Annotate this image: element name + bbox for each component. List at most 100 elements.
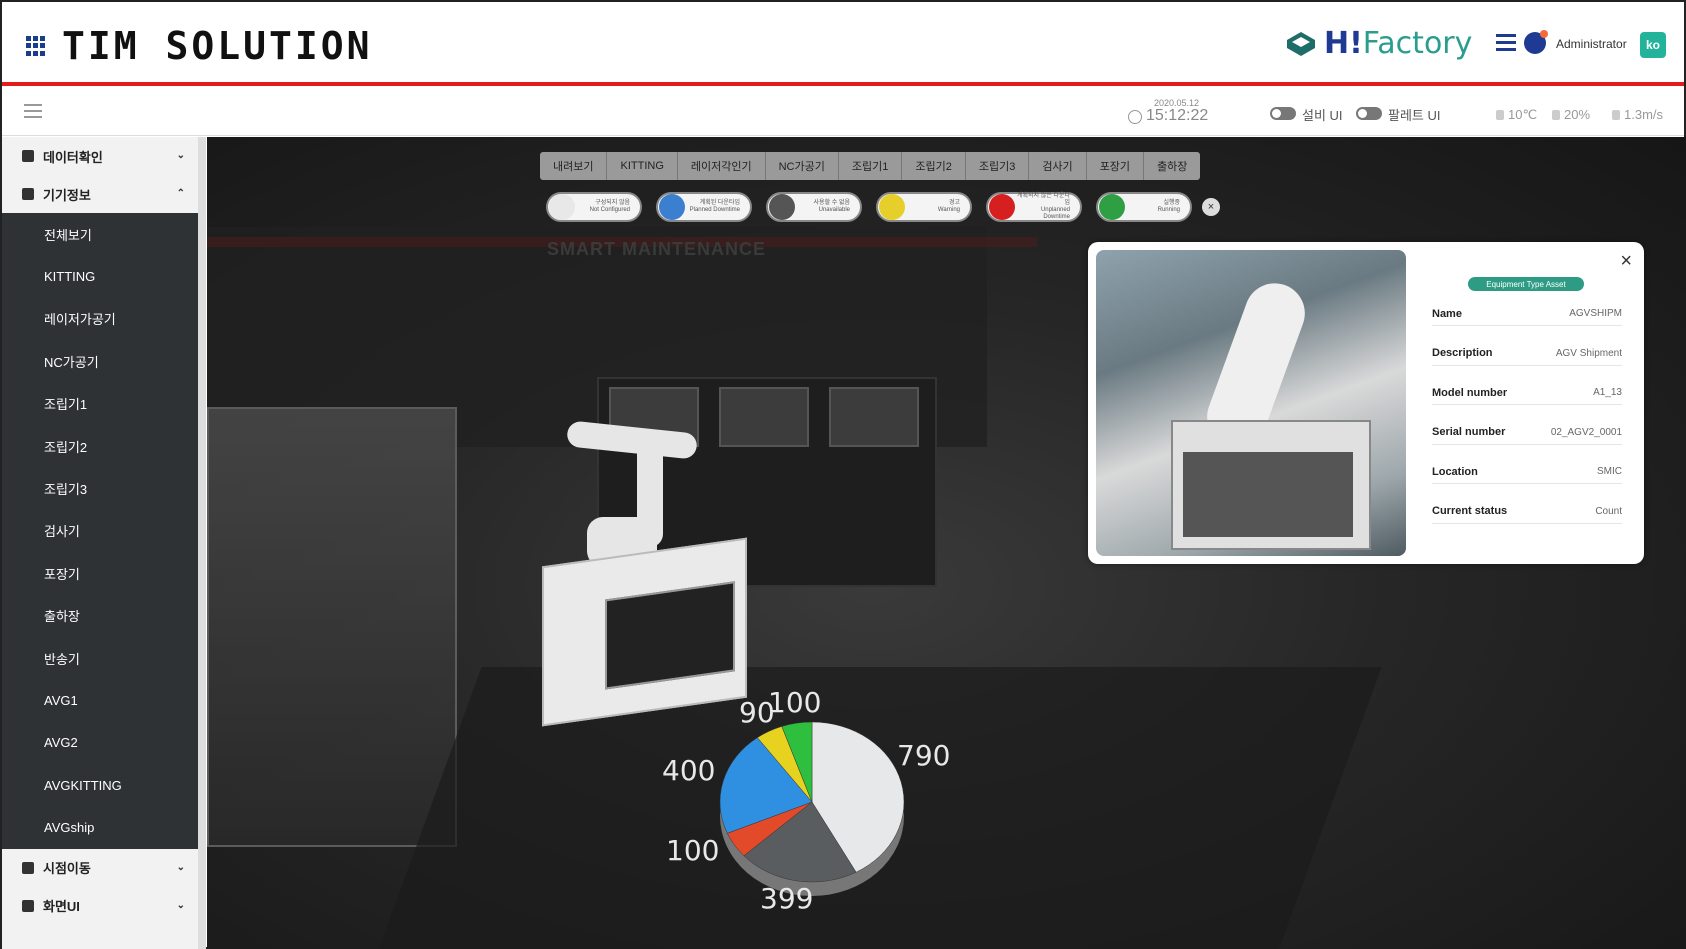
status-filter-pill[interactable]: 계획되지 않은 다운타임 Unplanned Downtime bbox=[986, 192, 1082, 222]
status-color-dot bbox=[1099, 194, 1125, 220]
info-key: Model number bbox=[1432, 386, 1508, 399]
legend-close-icon[interactable]: × bbox=[1202, 198, 1220, 216]
asset-type-badge: Equipment Type Asset bbox=[1468, 277, 1584, 291]
sidebar: 데이터확인 ⌄ 기기정보 ⌃ 전체보기 KITTING 레이저가공기 NC가공기 조립기… bbox=[2, 137, 206, 949]
hifactory-logo: H!Factory bbox=[1286, 26, 1472, 61]
palette-ui-toggle[interactable] bbox=[1356, 107, 1382, 120]
palette-ui-label: 팔레트 UI bbox=[1388, 108, 1441, 123]
sidebar-item[interactable]: AVG2 bbox=[2, 722, 205, 764]
status-legend: 구성되지 않음 Not Configured 계획된 다운타임 Planned Dow… bbox=[546, 192, 1220, 222]
sidebar-item[interactable]: KITTING bbox=[2, 255, 205, 297]
equipment-tab[interactable]: NC가공기 bbox=[766, 152, 839, 180]
language-badge[interactable]: ko bbox=[1640, 32, 1666, 58]
sidebar-item[interactable]: 조립기1 bbox=[2, 383, 205, 425]
status-color-dot bbox=[549, 194, 575, 220]
status-filter-pill[interactable]: 경고 Warning bbox=[876, 192, 972, 222]
hifactory-logo-icon bbox=[1287, 31, 1315, 56]
status-color-dot bbox=[769, 194, 795, 220]
info-row: Model number A1_13 bbox=[1432, 381, 1622, 405]
info-value: A1_13 bbox=[1593, 387, 1622, 398]
info-row: Location SMIC bbox=[1432, 460, 1622, 484]
info-row: Serial number 02_AGV2_0001 bbox=[1432, 421, 1622, 445]
sub-toolbar: 2020.05.12 15:12:22 설비 UI 팔레트 UI 10℃ 20%… bbox=[2, 90, 1684, 136]
product-prefix: H! bbox=[1324, 26, 1363, 61]
status-filter-pill[interactable]: 구성되지 않음 Not Configured bbox=[546, 192, 642, 222]
sidebar-item[interactable]: 반송기 bbox=[2, 637, 205, 679]
humidity: 20% bbox=[1552, 107, 1590, 122]
status-label: 계획되지 않은 다운타임 Unplanned Downtime bbox=[1016, 193, 1070, 220]
equipment-tab[interactable]: 출하장 bbox=[1144, 152, 1200, 180]
chevron-up-icon: ⌃ bbox=[176, 188, 185, 199]
product-suffix: Factory bbox=[1362, 26, 1473, 61]
sidebar-item[interactable]: 포장기 bbox=[2, 552, 205, 594]
equipment-tab[interactable]: 조립기1 bbox=[839, 152, 903, 180]
sidebar-section-device-info[interactable]: 기기정보 ⌃ bbox=[2, 175, 205, 213]
sidebar-section-viewpoint[interactable]: 시점이동 ⌄ bbox=[2, 849, 205, 887]
info-row: Current status Count bbox=[1432, 500, 1622, 524]
sidebar-item[interactable]: 조립기2 bbox=[2, 425, 205, 467]
info-key: Name bbox=[1432, 307, 1462, 320]
sidebar-toggle-icon[interactable] bbox=[24, 104, 42, 118]
sidebar-scrollbar[interactable] bbox=[198, 137, 206, 949]
chevron-down-icon: ⌄ bbox=[176, 899, 185, 911]
chevron-down-icon: ⌄ bbox=[176, 150, 185, 161]
equipment-tab[interactable]: 내려보기 bbox=[540, 152, 608, 180]
equipment-photo bbox=[1096, 250, 1406, 556]
close-icon[interactable]: × bbox=[1620, 250, 1632, 273]
status-filter-pill[interactable]: 사용할 수 없음 Unavailable bbox=[766, 192, 862, 222]
status-filter-pill[interactable]: 실행중 Running bbox=[1096, 192, 1192, 222]
current-time: 15:12:22 bbox=[1146, 107, 1209, 124]
info-value: SMIC bbox=[1597, 466, 1622, 477]
equipment-tab[interactable]: 검사기 bbox=[1029, 152, 1087, 180]
status-color-dot bbox=[659, 194, 685, 220]
equipment-tab[interactable]: KITTING bbox=[607, 152, 678, 180]
sidebar-item[interactable]: 조립기3 bbox=[2, 467, 205, 509]
app-window: TIM SOLUTION H!Factory Administrator ko … bbox=[0, 0, 1686, 949]
main-menu-icon[interactable] bbox=[1496, 34, 1516, 52]
info-key: Serial number bbox=[1432, 426, 1506, 438]
status-color-dot bbox=[989, 194, 1015, 220]
top-header: TIM SOLUTION H!Factory Administrator ko bbox=[2, 2, 1684, 86]
user-name[interactable]: Administrator bbox=[1556, 37, 1627, 51]
pie-data-label: 399 bbox=[760, 882, 814, 915]
clock-icon bbox=[1128, 110, 1142, 124]
sidebar-item[interactable]: NC가공기 bbox=[2, 340, 205, 382]
info-row: Name AGVSHIPM bbox=[1432, 302, 1622, 326]
sidebar-section-screen-ui[interactable]: 화면UI ⌄ bbox=[2, 887, 205, 925]
pie-data-label: 400 bbox=[662, 754, 716, 787]
info-value: 02_AGV2_0001 bbox=[1550, 426, 1622, 438]
sidebar-item[interactable]: 검사기 bbox=[2, 510, 205, 552]
status-label: 구성되지 않음 Not Configured bbox=[589, 200, 630, 213]
scene-floor bbox=[372, 667, 1382, 949]
sidebar-item[interactable]: AVGship bbox=[2, 806, 205, 849]
notification-bell-icon[interactable] bbox=[1524, 30, 1548, 54]
equipment-tab[interactable]: 조립기3 bbox=[966, 152, 1030, 180]
sidebar-item[interactable]: 전체보기 bbox=[2, 213, 205, 255]
equipment-tab[interactable]: 포장기 bbox=[1087, 152, 1145, 180]
scene-sign: SMART MAINTENANCE bbox=[547, 239, 766, 259]
status-filter-pill[interactable]: 계획된 다운타임 Planned Downtime bbox=[656, 192, 752, 222]
sidebar-item[interactable]: 출하장 bbox=[2, 595, 205, 637]
gear-icon bbox=[22, 188, 34, 200]
sidebar-item[interactable]: 레이저가공기 bbox=[2, 298, 205, 340]
temperature: 10℃ bbox=[1496, 107, 1537, 123]
equipment-tab[interactable]: 조립기2 bbox=[902, 152, 966, 180]
sidebar-item[interactable]: AVG1 bbox=[2, 679, 205, 721]
wind-speed: 1.3m/s bbox=[1612, 107, 1663, 122]
info-key: Description bbox=[1432, 347, 1493, 359]
apps-grid-icon[interactable] bbox=[26, 36, 46, 56]
agv-ship-model[interactable] bbox=[542, 537, 747, 727]
gear-icon bbox=[22, 899, 34, 912]
info-key: Location bbox=[1432, 465, 1478, 478]
sidebar-device-list: 전체보기 KITTING 레이저가공기 NC가공기 조립기1 조립기2 조립기3 검사기 포장기… bbox=[2, 213, 205, 849]
status-label: 사용할 수 없음 Unavailable bbox=[813, 200, 850, 213]
chevron-down-icon: ⌄ bbox=[176, 861, 185, 873]
status-label: 경고 Warning bbox=[937, 200, 960, 213]
droplet-icon bbox=[1552, 110, 1560, 120]
sidebar-section-data[interactable]: 데이터확인 ⌄ bbox=[2, 137, 205, 175]
equipment-tab[interactable]: 레이저각인기 bbox=[678, 152, 766, 180]
scene-glass-booth bbox=[207, 407, 457, 847]
equipment-ui-toggle[interactable] bbox=[1270, 107, 1296, 120]
status-color-dot bbox=[879, 194, 905, 220]
sidebar-item[interactable]: AVGKITTING bbox=[2, 764, 205, 806]
